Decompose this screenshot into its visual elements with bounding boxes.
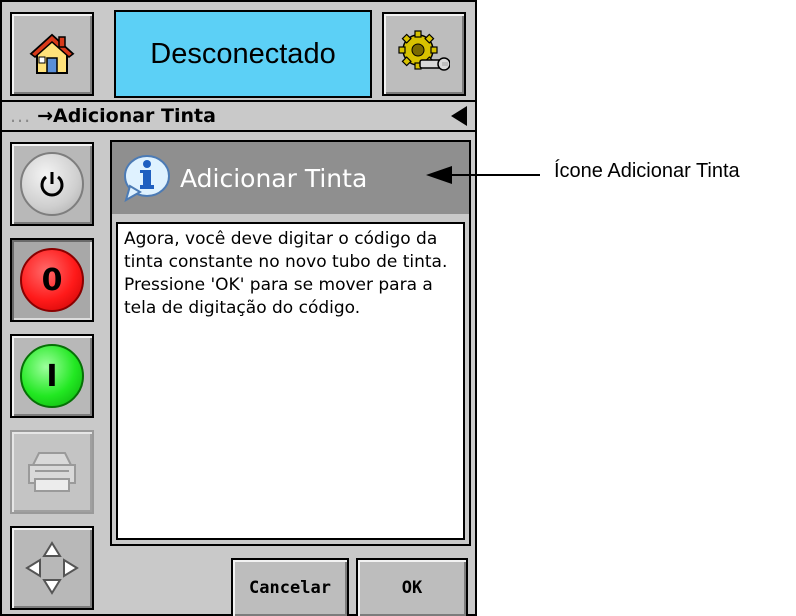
power-button[interactable] <box>10 142 94 226</box>
home-icon <box>29 33 75 74</box>
cancel-button[interactable]: Cancelar <box>231 558 349 616</box>
start-button[interactable]: I <box>10 334 94 418</box>
breadcrumb-prefix: ... <box>10 105 32 127</box>
breadcrumb-label: →Adicionar Tinta <box>37 105 216 127</box>
settings-gear-icon <box>398 30 450 71</box>
message-box: Agora, você deve digitar o código da tin… <box>116 222 465 540</box>
start-icon: I <box>20 344 84 408</box>
printer-icon <box>28 452 76 492</box>
navigation-button[interactable] <box>10 526 94 610</box>
breadcrumb: ... →Adicionar Tinta <box>2 100 475 132</box>
stop-icon: 0 <box>20 248 84 312</box>
annotation-label: Ícone Adicionar Tinta <box>554 160 740 182</box>
info-icon <box>124 155 170 203</box>
power-circle <box>20 152 84 216</box>
back-arrow-icon[interactable] <box>449 105 469 127</box>
stop-button[interactable]: 0 <box>10 238 94 322</box>
print-button[interactable] <box>10 430 94 514</box>
connection-status: Desconectado <box>114 10 372 98</box>
annotation-arrowhead <box>426 166 452 184</box>
printer-control-screen: Desconectado ... →Adicionar Tinta 0 I Ad… <box>0 0 477 616</box>
navigation-arrows-icon <box>25 541 79 595</box>
instruction-message: Agora, você deve digitar o código da tin… <box>124 229 448 318</box>
power-icon <box>40 172 64 197</box>
ok-button[interactable]: OK <box>356 558 468 616</box>
panel-header: Adicionar Tinta <box>112 142 469 214</box>
panel-title: Adicionar Tinta <box>180 163 368 193</box>
home-button[interactable] <box>10 12 94 96</box>
settings-button[interactable] <box>382 12 466 96</box>
add-ink-panel: Adicionar Tinta Agora, você deve digitar… <box>110 140 471 546</box>
